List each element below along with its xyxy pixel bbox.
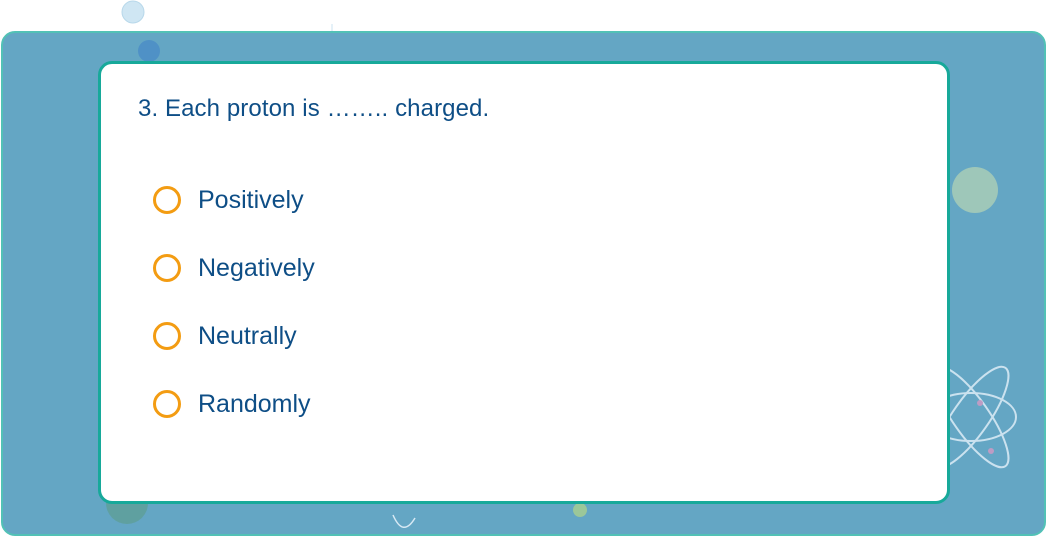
quiz-screen: 3. Each proton is …….. charged. Positive… [0,0,1049,539]
answer-option-negatively[interactable]: Negatively [153,250,315,286]
answer-option-randomly[interactable]: Randomly [153,386,315,422]
answer-option-positively[interactable]: Positively [153,182,315,218]
bubble-icon [952,167,998,213]
radio-button[interactable] [153,254,181,282]
bubble-icon [121,0,145,24]
radio-button[interactable] [153,322,181,350]
bubble-icon [138,40,160,62]
answer-option-label: Negatively [198,253,315,282]
question-text: 3. Each proton is …….. charged. [138,95,490,122]
answer-options: Positively Negatively Neutrally Randomly [153,182,315,454]
answer-option-label: Positively [198,185,304,214]
answer-option-label: Randomly [198,389,311,418]
question-card: 3. Each proton is …….. charged. Positive… [98,61,950,504]
molecule-icon [392,514,416,528]
bubble-icon [573,503,587,517]
answer-option-neutrally[interactable]: Neutrally [153,318,315,354]
answer-option-label: Neutrally [198,321,297,350]
radio-button[interactable] [153,186,181,214]
radio-button[interactable] [153,390,181,418]
